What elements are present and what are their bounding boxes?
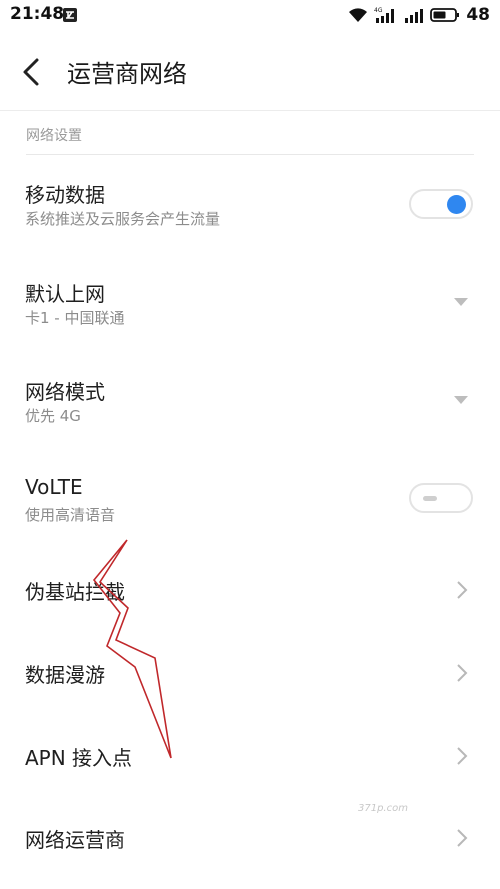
setting-value: 优先 4G: [25, 407, 81, 425]
setting-title: 数据漫游: [25, 663, 105, 687]
status-bar: 21:48 4G 48: [0, 0, 500, 30]
setting-carrier[interactable]: 网络运营商: [0, 798, 500, 878]
toggle-knob: [447, 195, 466, 214]
signal-icon: [405, 9, 424, 23]
back-arrow-icon[interactable]: [20, 57, 42, 87]
section-header: 网络设置: [26, 128, 82, 144]
setting-network-mode[interactable]: 网络模式 优先 4G: [0, 356, 500, 451]
dropdown-arrow-icon[interactable]: [454, 396, 468, 404]
setting-subtitle: 系统推送及云服务会产生流量: [25, 210, 221, 228]
header-divider: [0, 110, 500, 111]
setting-title: 网络运营商: [25, 828, 125, 852]
setting-fake-base-station-block[interactable]: 伪基站拦截: [0, 550, 500, 630]
dropdown-arrow-icon[interactable]: [454, 298, 468, 306]
wifi-icon: [349, 8, 368, 22]
setting-subtitle: 使用高清语音: [25, 506, 116, 524]
status-icons: 4G 48: [348, 3, 490, 27]
chevron-right-icon: [457, 747, 468, 765]
setting-mobile-data[interactable]: 移动数据 系统推送及云服务会产生流量: [0, 160, 500, 255]
setting-data-roaming[interactable]: 数据漫游: [0, 632, 500, 712]
notification-app-icon: [63, 8, 77, 22]
setting-title: 伪基站拦截: [25, 580, 125, 604]
battery-level: 48: [466, 5, 490, 25]
setting-title: 移动数据: [25, 183, 105, 207]
section-divider: [26, 154, 474, 155]
mobile-data-toggle[interactable]: [409, 189, 473, 219]
watermark: 371p.com: [358, 803, 408, 814]
setting-title: VoLTE: [25, 475, 83, 499]
toggle-knob: [423, 496, 437, 501]
setting-title: APN 接入点: [25, 746, 133, 770]
setting-title: 网络模式: [25, 380, 105, 404]
chevron-right-icon: [457, 664, 468, 682]
battery-icon: [430, 8, 460, 22]
chevron-right-icon: [457, 581, 468, 599]
volte-toggle[interactable]: [409, 483, 473, 513]
app-header: 运营商网络: [0, 30, 500, 110]
setting-volte[interactable]: VoLTE 使用高清语音: [0, 455, 500, 550]
setting-title: 默认上网: [25, 282, 105, 306]
network-type-label: 4G: [374, 7, 383, 14]
signal-4g-icon: 4G: [374, 7, 395, 23]
setting-default-network[interactable]: 默认上网 卡1 - 中国联通: [0, 258, 500, 353]
chevron-right-icon: [457, 829, 468, 847]
status-time: 21:48: [10, 4, 65, 24]
setting-value: 卡1 - 中国联通: [25, 309, 125, 327]
setting-apn[interactable]: APN 接入点: [0, 715, 500, 795]
page-title: 运营商网络: [67, 60, 187, 88]
